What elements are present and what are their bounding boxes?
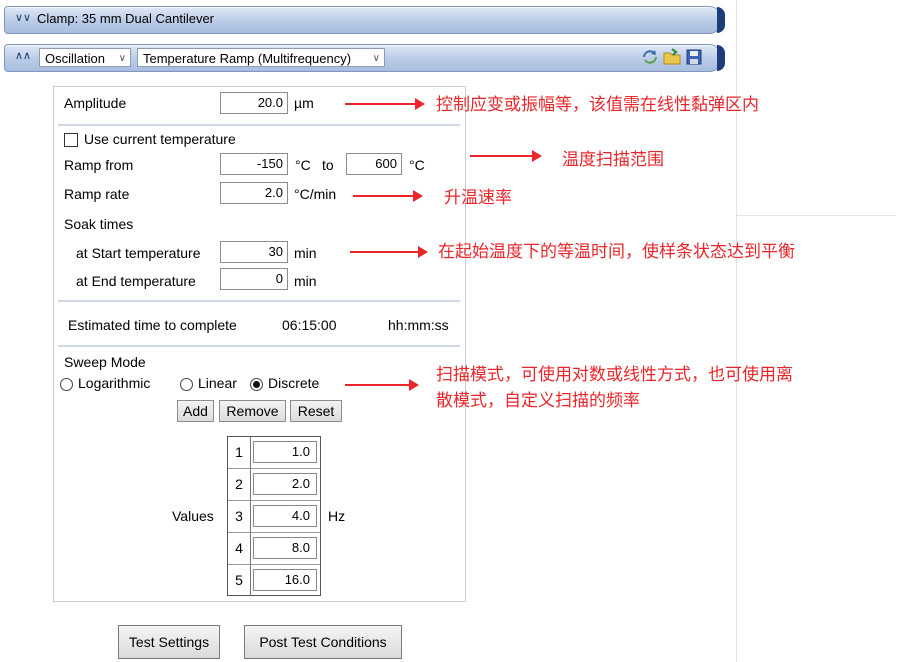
frequency-values-table: 1 1.0 2 2.0 3 4.0 4 8.0 5 16.0 bbox=[227, 436, 321, 596]
linear-radio[interactable] bbox=[180, 378, 193, 391]
ramp-rate-unit: °C/min bbox=[294, 186, 337, 202]
ramp-start-unit: °C bbox=[295, 157, 311, 173]
estimated-time-label: Estimated time to complete bbox=[68, 317, 237, 333]
table-row: 5 16.0 bbox=[228, 565, 320, 597]
table-row: 1 1.0 bbox=[228, 437, 320, 469]
soak-end-unit: min bbox=[294, 273, 317, 289]
amplitude-annotation: 控制应变或振幅等，该值需在线性黏弹区内 bbox=[436, 95, 759, 115]
row-index: 5 bbox=[228, 565, 251, 596]
discrete-label: Discrete bbox=[268, 375, 320, 391]
frequency-input[interactable]: 4.0 bbox=[253, 505, 317, 527]
row-index: 2 bbox=[228, 469, 251, 500]
linear-label: Linear bbox=[198, 375, 237, 391]
clamp-header-bar[interactable]: ∨∨ Clamp: 35 mm Dual Cantilever bbox=[4, 6, 725, 34]
ramp-rate-input[interactable]: 2.0 bbox=[220, 182, 288, 204]
ramp-start-input[interactable]: -150 bbox=[220, 153, 288, 175]
frequency-input[interactable]: 16.0 bbox=[253, 569, 317, 591]
annotation-arrow bbox=[353, 190, 423, 202]
chevron-down-icon: ∨ bbox=[118, 53, 126, 64]
section-divider bbox=[58, 300, 460, 302]
frequency-input[interactable]: 2.0 bbox=[253, 473, 317, 495]
amplitude-unit: µm bbox=[294, 95, 314, 111]
mode-select-value: Oscillation bbox=[45, 51, 105, 66]
annotation-arrow bbox=[470, 150, 542, 162]
table-row: 3 4.0 bbox=[228, 501, 320, 533]
soak-start-unit: min bbox=[294, 245, 317, 261]
section-divider bbox=[58, 345, 460, 347]
use-current-temperature-label: Use current temperature bbox=[84, 131, 236, 147]
ramp-rate-label: Ramp rate bbox=[64, 186, 130, 202]
logarithmic-radio[interactable] bbox=[60, 378, 73, 391]
sweep-annotation-line2: 散模式，自定义扫描的频率 bbox=[436, 391, 640, 411]
ramp-end-input[interactable]: 600 bbox=[346, 153, 402, 175]
annotation-arrow bbox=[345, 379, 419, 391]
row-index: 1 bbox=[228, 437, 251, 468]
estimated-time-format: hh:mm:ss bbox=[388, 317, 449, 333]
refresh-icon[interactable] bbox=[641, 48, 659, 66]
row-index: 3 bbox=[228, 501, 251, 532]
test-header-bar: ∧∧ Oscillation ∨ Temperature Ramp (Multi… bbox=[4, 44, 725, 72]
add-button[interactable]: Add bbox=[177, 400, 214, 422]
clamp-title: Clamp: 35 mm Dual Cantilever bbox=[37, 11, 215, 26]
amplitude-input[interactable]: 20.0 bbox=[220, 92, 288, 114]
header-bar-edge bbox=[717, 7, 725, 33]
soak-annotation: 在起始温度下的等温时间，使样条状态达到平衡 bbox=[438, 242, 795, 262]
reset-button[interactable]: Reset bbox=[290, 400, 342, 422]
range-annotation: 温度扫描范围 bbox=[562, 150, 664, 170]
chevron-down-icon: ∨ bbox=[372, 53, 380, 64]
values-unit: Hz bbox=[328, 508, 346, 524]
row-index: 4 bbox=[228, 533, 251, 564]
remove-button[interactable]: Remove bbox=[219, 400, 286, 422]
ramp-to-label: to bbox=[322, 157, 334, 173]
soak-start-label: at Start temperature bbox=[76, 245, 201, 261]
rate-annotation: 升温速率 bbox=[444, 188, 512, 208]
use-current-temperature-checkbox[interactable] bbox=[64, 133, 78, 147]
annotation-arrow bbox=[350, 246, 428, 258]
sweep-mode-heading: Sweep Mode bbox=[64, 354, 146, 370]
test-type-select[interactable]: Temperature Ramp (Multifrequency) ∨ bbox=[137, 48, 385, 67]
ramp-end-unit: °C bbox=[409, 157, 425, 173]
values-label: Values bbox=[172, 508, 214, 524]
logarithmic-label: Logarithmic bbox=[78, 375, 151, 391]
chevron-up-icon[interactable]: ∧∧ bbox=[15, 49, 31, 65]
estimated-time-value: 06:15:00 bbox=[282, 317, 337, 333]
background-guide-line bbox=[736, 215, 896, 216]
header-bar-edge bbox=[717, 45, 725, 71]
soak-times-heading: Soak times bbox=[64, 216, 134, 232]
amplitude-label: Amplitude bbox=[64, 95, 127, 111]
table-row: 2 2.0 bbox=[228, 469, 320, 501]
soak-end-input[interactable]: 0 bbox=[220, 268, 288, 290]
discrete-radio[interactable] bbox=[250, 378, 263, 391]
frequency-input[interactable]: 8.0 bbox=[253, 537, 317, 559]
frequency-input[interactable]: 1.0 bbox=[253, 441, 317, 463]
table-row: 4 8.0 bbox=[228, 533, 320, 565]
soak-start-input[interactable]: 30 bbox=[220, 241, 288, 263]
sweep-annotation-line1: 扫描模式，可使用对数或线性方式，也可使用离 bbox=[436, 365, 793, 385]
test-type-select-value: Temperature Ramp (Multifrequency) bbox=[143, 51, 352, 66]
open-folder-icon[interactable] bbox=[663, 48, 681, 66]
save-icon[interactable] bbox=[685, 48, 703, 66]
ramp-from-label: Ramp from bbox=[64, 157, 134, 173]
soak-end-label: at End temperature bbox=[76, 273, 196, 289]
chevron-down-icon[interactable]: ∨∨ bbox=[15, 11, 31, 27]
test-settings-button[interactable]: Test Settings bbox=[118, 625, 220, 659]
post-test-conditions-button[interactable]: Post Test Conditions bbox=[244, 625, 402, 659]
annotation-arrow bbox=[345, 98, 425, 110]
section-divider bbox=[58, 124, 460, 126]
mode-select[interactable]: Oscillation ∨ bbox=[39, 48, 131, 67]
